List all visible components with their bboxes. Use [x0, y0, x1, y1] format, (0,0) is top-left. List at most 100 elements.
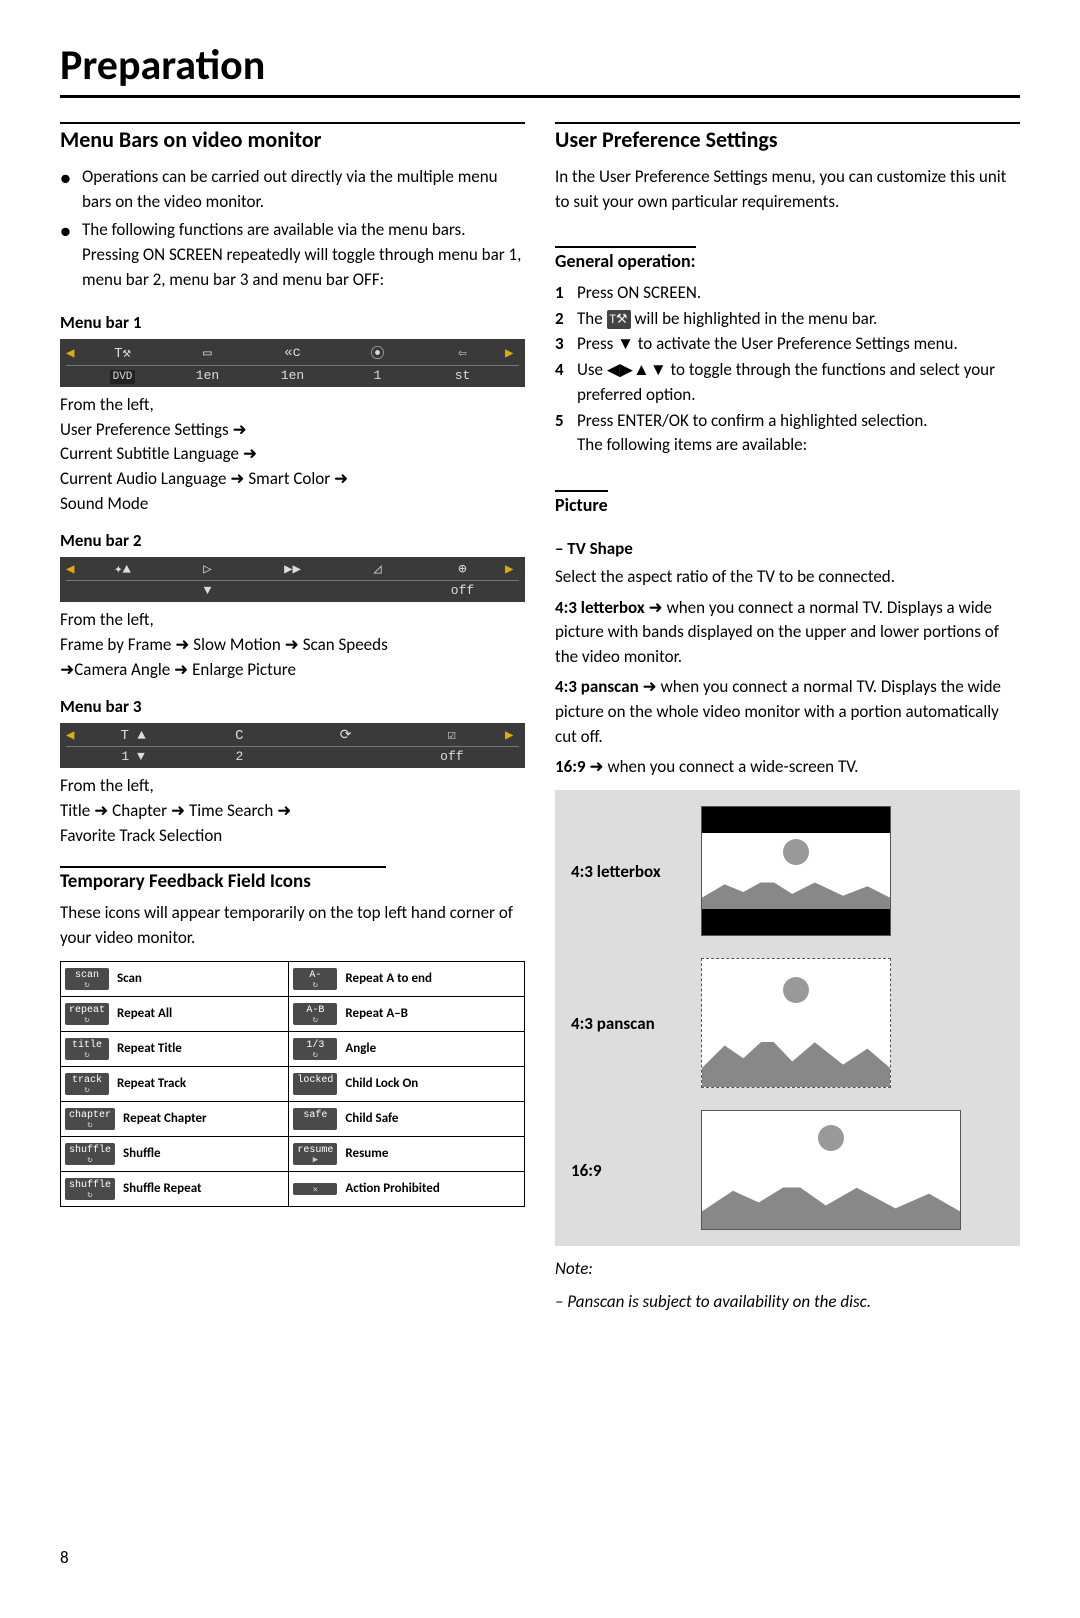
osd-title-icon: T ▲ — [80, 728, 186, 744]
menu1-line: Current Subtitle Language ➜ — [60, 442, 525, 467]
feedback-icon-label: Shuffle — [123, 1146, 161, 1161]
osd-favorite-icon: ☑ — [399, 727, 505, 744]
page-title: Preparation — [60, 40, 1020, 98]
page-number: 8 — [60, 1547, 69, 1568]
feedback-locked-icon: locked — [293, 1073, 337, 1095]
osd-arrow-right-icon: ▶ — [505, 727, 519, 744]
tv-illus-label-panscan: 4:3 panscan — [571, 1013, 681, 1034]
osd-angle-icon: ◿ — [335, 561, 420, 578]
pref-inline-icon: T⚒ — [607, 310, 631, 330]
section-heading-feedback-icons: Temporary Feedback Field Icons — [60, 870, 525, 893]
feedback-track-icon: track — [65, 1073, 109, 1095]
step-number: 5 — [555, 408, 577, 434]
feedback-title-icon: title — [65, 1038, 109, 1060]
menu1-line: User Preference Settings ➜ — [60, 418, 525, 443]
feedback-shuffle-icon: shuffle — [65, 1143, 115, 1165]
feedback-repeat-icon: repeat — [65, 1003, 109, 1025]
feedback-icon-label: Repeat Track — [117, 1076, 186, 1091]
osd-menu-bar-1: ◀ T⚒ ▭ «ᴄ ⦿ ⇦ ▶ DVD 1en 1en 1 st — [60, 339, 525, 387]
osd-pref-icon: T⚒ — [80, 345, 165, 362]
tv-shape-intro: Select the aspect ratio of the TV to be … — [555, 565, 1020, 590]
feedback-icon-label: Repeat Chapter — [123, 1111, 207, 1126]
osd-arrow-left-icon: ◀ — [66, 727, 80, 744]
osd-zoom-icon: ⊕ — [420, 561, 505, 578]
step-text: Press ENTER/OK to confirm a highlighted … — [577, 408, 1020, 434]
feedback-1/3-icon: 1/3 — [293, 1038, 337, 1060]
osd-subtitle-icon: ▭ — [165, 345, 250, 362]
step-text: Press ON SCREEN. — [577, 280, 1020, 306]
feedback-prohibited-icon — [293, 1183, 337, 1195]
tv-illus-169 — [701, 1110, 961, 1230]
feedback-icon-label: Repeat A–B — [345, 1006, 408, 1021]
menu-bars-bullets: ●Operations can be carried out directly … — [60, 165, 525, 292]
menu3-line: Title ➜ Chapter ➜ Time Search ➜ — [60, 799, 525, 824]
feedback-icons-intro: These icons will appear temporarily on t… — [60, 901, 525, 950]
feedback-icon-label: Action Prohibited — [345, 1181, 439, 1196]
feedback-icons-table: scan Scan A- Repeat A to end repeat Repeat Al… — [60, 961, 525, 1207]
feedback-icon-label: Scan — [117, 971, 142, 986]
left-column: Menu Bars on video monitor ●Operations c… — [60, 122, 525, 1312]
menu1-from: From the left, — [60, 393, 525, 418]
osd-audio-icon: «ᴄ — [250, 345, 335, 361]
bullet-icon: ● — [60, 218, 82, 292]
step-text: The T⚒ will be highlighted in the menu b… — [577, 306, 1020, 332]
feedback-icon-label: Repeat A to end — [345, 971, 432, 986]
tv-shape-label: – TV Shape — [555, 538, 1020, 559]
osd-menu-bar-3: ◀ T ▲ C ⟳ ☑ ▶ 1 ▼ 2 off — [60, 723, 525, 768]
step-text: Press ▼ to activate the User Preference … — [577, 331, 1020, 357]
osd-value: st — [420, 368, 505, 383]
general-operation-tail: The following items are available: — [577, 433, 1020, 458]
bullet-text: Operations can be carried out directly v… — [82, 165, 525, 214]
osd-slowmotion-icon: ▷ — [165, 561, 250, 578]
osd-value: off — [399, 749, 505, 764]
osd-arrow-left-icon: ◀ — [66, 345, 80, 362]
osd-arrow-right-icon: ▶ — [505, 561, 519, 578]
step-number: 3 — [555, 331, 577, 357]
feedback-icon-label: Repeat All — [117, 1006, 172, 1021]
feedback-resume-icon: resume — [293, 1143, 337, 1165]
feedback-scan-icon: scan — [65, 968, 109, 990]
picture-heading: Picture — [555, 490, 608, 516]
osd-timesearch-icon: ⟳ — [293, 727, 399, 744]
feedback-A-B-icon: A-B — [293, 1003, 337, 1025]
osd-sound-icon: ⇦ — [420, 345, 505, 362]
tv-opt-169: 16:9 ➜ when you connect a wide-screen TV… — [555, 755, 1020, 780]
bullet-icon: ● — [60, 165, 82, 214]
osd-scanspeed-icon: ▶▶ — [250, 561, 335, 578]
osd-dvd-badge: DVD — [110, 370, 136, 384]
osd-value: off — [420, 583, 505, 598]
menu-bar-1-label: Menu bar 1 — [60, 312, 525, 333]
feedback-safe-icon: safe — [293, 1108, 337, 1130]
menu2-line: Frame by Frame ➜ Slow Motion ➜ Scan Spee… — [60, 633, 525, 658]
two-column-layout: Menu Bars on video monitor ●Operations c… — [60, 122, 1020, 1312]
osd-value: ▼ — [165, 583, 250, 598]
general-operation-steps: 1Press ON SCREEN. 2The T⚒ will be highli… — [555, 280, 1020, 433]
menu3-line: Favorite Track Selection — [60, 824, 525, 849]
user-pref-intro: In the User Preference Settings menu, yo… — [555, 165, 1020, 214]
tv-illus-panscan — [701, 958, 891, 1088]
note-heading: Note: — [555, 1258, 1020, 1279]
general-operation-heading: General operation: — [555, 246, 696, 272]
note-body: – Panscan is subject to availability on … — [555, 1291, 1020, 1312]
osd-value: 1 — [335, 368, 420, 383]
menu-bar-3-label: Menu bar 3 — [60, 696, 525, 717]
osd-value: 2 — [186, 749, 292, 764]
right-column: User Preference Settings In the User Pre… — [555, 122, 1020, 1312]
section-heading-menu-bars: Menu Bars on video monitor — [60, 122, 525, 153]
section-heading-user-pref: User Preference Settings — [555, 122, 1020, 153]
step-text: Use ◀▶▲▼ to toggle through the functions… — [577, 357, 1020, 408]
feedback-A--icon: A- — [293, 968, 337, 990]
feedback-icon-label: Repeat Title — [117, 1041, 182, 1056]
osd-value: 1 ▼ — [80, 749, 186, 764]
tv-illus-letterbox — [701, 806, 891, 936]
bullet-text: The following functions are available vi… — [82, 218, 525, 292]
osd-value: 1en — [250, 368, 335, 383]
step-number: 2 — [555, 306, 577, 332]
tv-illus-label-169: 16:9 — [571, 1160, 681, 1181]
feedback-shuffle-icon: shuffle — [65, 1178, 115, 1200]
osd-smartcolor-icon: ⦿ — [335, 343, 420, 363]
feedback-icon-label: Shuffle Repeat — [123, 1181, 201, 1196]
tv-shape-illustration-panel: 4:3 letterbox 4:3 panscan — [555, 790, 1020, 1246]
osd-value: 1en — [165, 368, 250, 383]
feedback-icon-label: Angle — [345, 1041, 376, 1056]
